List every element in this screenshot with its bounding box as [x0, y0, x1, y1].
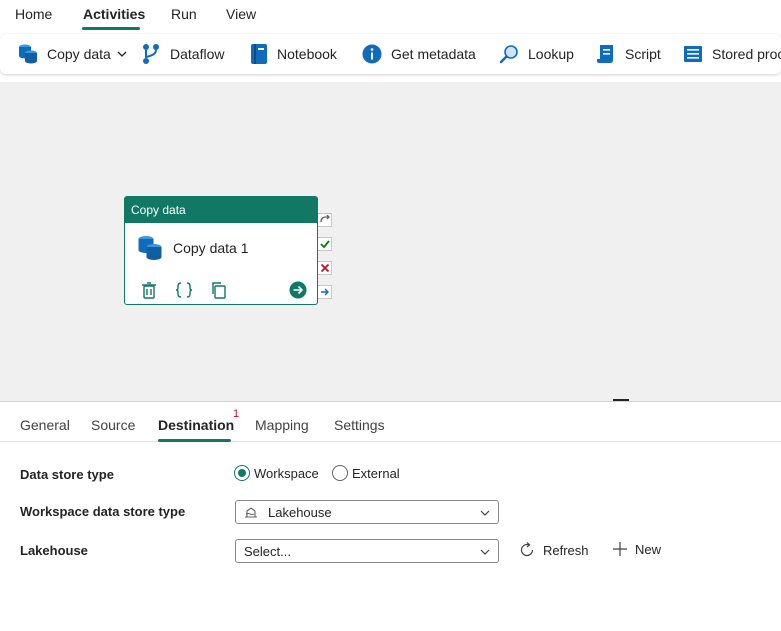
- radio-external-indicator: [332, 465, 348, 481]
- refresh-icon: [520, 542, 534, 557]
- notebook-label: Notebook: [277, 46, 337, 62]
- pipeline-canvas[interactable]: Copy data Copy data 1: [0, 82, 781, 398]
- script-icon: [597, 45, 613, 63]
- copy-icon[interactable]: [210, 281, 228, 299]
- workspace-data-store-type-dropdown[interactable]: Lakehouse: [235, 500, 499, 524]
- menu-home[interactable]: Home: [15, 6, 52, 22]
- code-icon[interactable]: [175, 281, 193, 299]
- on-skip-connector[interactable]: [318, 213, 332, 227]
- checkmark-icon: [319, 240, 330, 249]
- workspace-data-store-type-value: Lakehouse: [268, 504, 332, 520]
- activity-header: Copy data: [125, 197, 317, 223]
- notebook-icon: [251, 44, 267, 64]
- arrow-right-icon[interactable]: [289, 281, 307, 299]
- dataflow-icon: [143, 44, 159, 64]
- workspace-data-store-type-label: Workspace data store type: [20, 504, 186, 519]
- script-button[interactable]: Script: [596, 34, 661, 74]
- refresh-button[interactable]: Refresh: [518, 541, 589, 559]
- on-failure-connector[interactable]: [318, 261, 332, 275]
- tab-general[interactable]: General: [20, 417, 70, 433]
- menu-run[interactable]: Run: [171, 6, 197, 22]
- notebook-button[interactable]: Notebook: [250, 34, 337, 74]
- activities-toolbar: Copy data Dataflow Notebook Get metadata: [0, 34, 781, 74]
- data-store-type-label: Data store type: [20, 467, 114, 482]
- destination-error-badge: 1: [233, 408, 240, 420]
- chevron-down-icon: [480, 510, 490, 516]
- panel-splitter[interactable]: [0, 398, 781, 402]
- refresh-label: Refresh: [543, 542, 589, 558]
- dataflow-button[interactable]: Dataflow: [141, 34, 224, 74]
- lookup-label: Lookup: [528, 46, 574, 62]
- menu-bar: Home Activities Run View: [0, 0, 781, 32]
- delete-icon[interactable]: [141, 281, 157, 299]
- stored-procedure-button[interactable]: Stored procedure: [683, 34, 781, 74]
- new-label: New: [635, 541, 662, 557]
- activity-name: Copy data 1: [173, 240, 249, 256]
- lakehouse-label: Lakehouse: [20, 543, 88, 558]
- menu-activities[interactable]: Activities: [83, 6, 145, 22]
- plus-icon: [613, 542, 627, 556]
- script-label: Script: [625, 46, 661, 62]
- on-success-connector[interactable]: [318, 237, 332, 251]
- on-completion-connector[interactable]: [318, 285, 332, 299]
- splitter-handle[interactable]: [613, 399, 629, 401]
- get-metadata-label: Get metadata: [391, 46, 476, 62]
- radio-external[interactable]: External: [332, 465, 400, 481]
- copy-data-label: Copy data: [47, 46, 111, 62]
- dataflow-label: Dataflow: [170, 46, 225, 62]
- radio-workspace-label: Workspace: [254, 465, 319, 481]
- copy-data-icon: [19, 44, 37, 64]
- copy-data-button[interactable]: Copy data: [18, 34, 127, 74]
- copy-data-activity[interactable]: Copy data Copy data 1: [124, 196, 318, 305]
- tab-settings[interactable]: Settings: [334, 417, 385, 433]
- tab-mapping[interactable]: Mapping: [255, 417, 309, 433]
- copy-data-icon: [138, 236, 162, 260]
- radio-workspace-indicator: [234, 465, 250, 481]
- chevron-down-icon: [117, 51, 127, 57]
- menu-view[interactable]: View: [226, 6, 256, 22]
- skip-arrow-icon: [319, 215, 330, 223]
- get-metadata-button[interactable]: Get metadata: [362, 34, 476, 74]
- tab-active-indicator: [158, 439, 231, 442]
- info-icon: [362, 44, 382, 64]
- properties-tabs: General Source Destination 1 Mapping Set…: [0, 404, 781, 442]
- tab-source[interactable]: Source: [91, 417, 135, 433]
- new-button[interactable]: New: [612, 541, 661, 557]
- menu-active-indicator: [82, 27, 140, 30]
- radio-external-label: External: [352, 465, 400, 481]
- radio-workspace[interactable]: Workspace: [234, 465, 319, 481]
- lakehouse-select[interactable]: Select...: [235, 539, 499, 563]
- arrow-right-small-icon: [320, 288, 329, 296]
- lookup-button[interactable]: Lookup: [499, 34, 574, 74]
- lakehouse-icon: [245, 507, 257, 518]
- x-mark-icon: [320, 263, 329, 273]
- stored-procedure-label: Stored procedure: [712, 46, 781, 62]
- search-icon: [499, 45, 518, 64]
- lakehouse-select-placeholder: Select...: [244, 543, 291, 559]
- tab-destination[interactable]: Destination: [158, 417, 234, 433]
- chevron-down-icon: [480, 549, 490, 555]
- stored-procedure-icon: [684, 46, 702, 62]
